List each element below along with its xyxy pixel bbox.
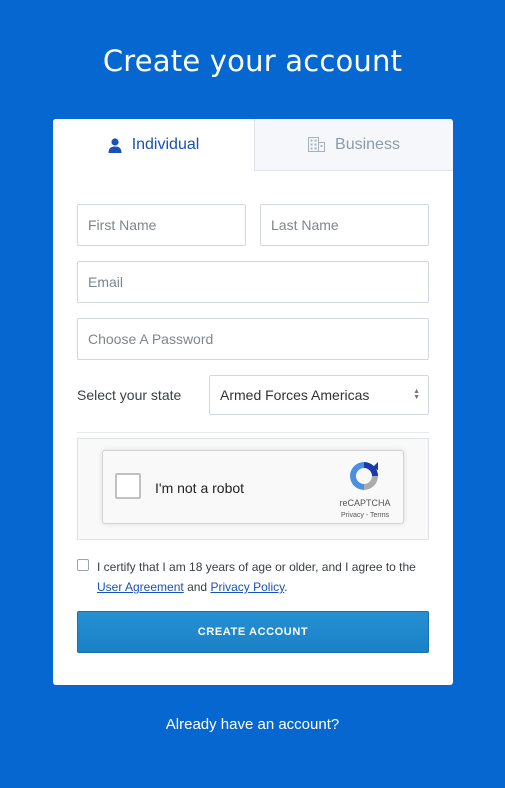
recaptcha-brand: reCAPTCHA bbox=[339, 498, 391, 508]
agreement-checkbox[interactable] bbox=[77, 559, 89, 571]
captcha-container: I'm not a robot reCAPTCHA Privacy - Term… bbox=[77, 438, 429, 540]
tab-individual[interactable]: Individual bbox=[53, 119, 254, 171]
state-label: Select your state bbox=[77, 387, 182, 403]
signup-card: Individual Business Select yo bbox=[53, 119, 453, 685]
building-icon bbox=[308, 137, 326, 152]
page-title: Create your account bbox=[102, 44, 403, 78]
agreement-and: and bbox=[187, 580, 208, 594]
create-account-button[interactable]: CREATE ACCOUNT bbox=[77, 611, 429, 653]
tab-individual-label: Individual bbox=[131, 136, 200, 153]
recaptcha-label: I'm not a robot bbox=[155, 480, 245, 496]
select-arrows-icon: ▲ ▼ bbox=[413, 388, 420, 401]
recaptcha-widget: I'm not a robot reCAPTCHA Privacy - Term… bbox=[102, 450, 404, 524]
last-name-input[interactable] bbox=[260, 204, 429, 246]
person-icon bbox=[108, 137, 122, 153]
state-select[interactable]: Armed Forces Americas ▲ ▼ bbox=[209, 375, 429, 415]
user-agreement-link[interactable]: User Agreement bbox=[97, 580, 184, 594]
recaptcha-checkbox[interactable] bbox=[115, 473, 141, 499]
divider bbox=[77, 432, 429, 433]
agreement-statement: I certify that I am 18 years of age or o… bbox=[97, 560, 416, 574]
email-input[interactable] bbox=[77, 261, 429, 303]
tab-business-label: Business bbox=[335, 135, 400, 153]
first-name-input[interactable] bbox=[77, 204, 246, 246]
login-link[interactable]: Already have an account? bbox=[0, 716, 505, 733]
recaptcha-privacy-terms[interactable]: Privacy - Terms bbox=[335, 512, 395, 519]
privacy-policy-link[interactable]: Privacy Policy bbox=[210, 580, 284, 594]
state-select-value: Armed Forces Americas bbox=[220, 387, 370, 403]
password-input[interactable] bbox=[77, 318, 429, 360]
recaptcha-logo-icon bbox=[347, 459, 381, 498]
agreement-text: I certify that I am 18 years of age or o… bbox=[97, 557, 427, 597]
agreement-period: . bbox=[284, 580, 288, 594]
tab-business[interactable]: Business bbox=[254, 119, 453, 171]
account-type-tabs: Individual Business bbox=[53, 119, 453, 171]
